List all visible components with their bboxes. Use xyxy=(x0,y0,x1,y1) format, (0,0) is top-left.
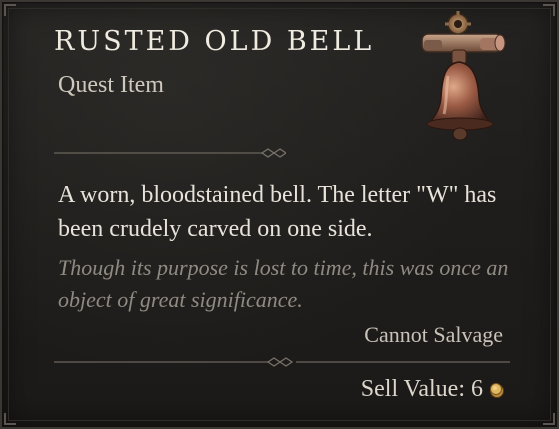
section-divider-bottom xyxy=(54,357,510,367)
gold-coin-icon xyxy=(490,382,504,398)
sell-value-label: Sell Value: 6 xyxy=(360,376,483,402)
frame-corner-top-left xyxy=(4,4,16,16)
frame-corner-bottom-left xyxy=(4,413,16,425)
item-tooltip: RUSTED OLD BELL Quest Item A worn, blood… xyxy=(0,0,559,429)
item-name: RUSTED OLD BELL xyxy=(54,26,375,57)
item-flavor-text: Though its purpose is lost to time, this… xyxy=(58,255,509,312)
item-type: Quest Item xyxy=(58,72,164,98)
section-divider-top xyxy=(54,148,286,158)
sell-value: Sell Value: 6 xyxy=(361,376,505,403)
frame-corner-top-right xyxy=(543,4,555,16)
bell-icon xyxy=(421,11,506,141)
item-description: A worn, bloodstained bell. The letter "W… xyxy=(58,182,497,242)
salvage-status: Cannot Salvage xyxy=(364,322,503,347)
frame-corner-bottom-right xyxy=(543,413,555,425)
